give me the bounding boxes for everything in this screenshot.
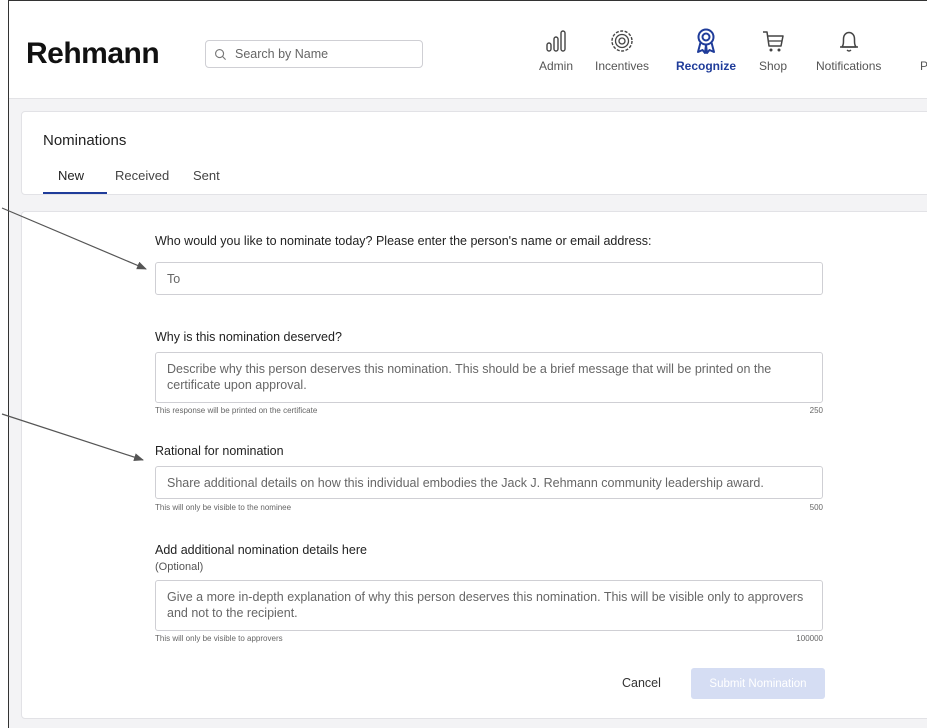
reason-question-label: Why is this nomination deserved?: [155, 330, 342, 344]
page-title: Nominations: [43, 132, 127, 149]
shopping-cart-icon: [763, 31, 784, 52]
rationale-question-label: Rational for nomination: [155, 444, 284, 458]
search-input[interactable]: [233, 46, 417, 62]
rationale-textarea[interactable]: [156, 467, 822, 498]
nav-profile[interactable]: Pr: [920, 27, 927, 83]
target-icon: [611, 30, 633, 52]
top-navigation-bar: Rehmann Admin Incentives Recognize Shop …: [9, 1, 927, 99]
reason-field[interactable]: [155, 352, 823, 403]
award-ribbon-icon: [697, 28, 715, 54]
cancel-button[interactable]: Cancel: [622, 676, 661, 690]
nav-notifications[interactable]: Notifications: [816, 27, 881, 73]
rationale-hint: This will only be visible to the nominee: [155, 503, 292, 512]
nav-shop[interactable]: Shop: [759, 27, 787, 73]
nav-recognize[interactable]: Recognize: [676, 27, 736, 73]
rationale-field[interactable]: [155, 466, 823, 499]
active-tab-indicator: [43, 192, 107, 194]
nav-incentives[interactable]: Incentives: [595, 27, 649, 73]
details-field[interactable]: [155, 580, 823, 631]
nav-label: Incentives: [595, 59, 650, 73]
details-hint: This will only be visible to approvers: [155, 634, 283, 643]
rationale-char-limit: 500: [809, 503, 823, 512]
profile-icon: [920, 27, 927, 55]
details-question-label: Add additional nomination details here: [155, 543, 367, 557]
reason-char-limit: 250: [809, 406, 823, 415]
to-field[interactable]: [155, 262, 823, 295]
nav-label: Admin: [539, 59, 574, 73]
nav-admin[interactable]: Admin: [539, 27, 573, 73]
nav-label: Notifications: [816, 59, 882, 73]
bell-icon: [839, 31, 858, 52]
reason-hint: This response will be printed on the cer…: [155, 406, 318, 415]
nominations-header-card: Nominations New Received Sent: [21, 111, 927, 195]
tab-sent[interactable]: Sent: [193, 168, 220, 183]
reason-textarea[interactable]: [156, 353, 822, 402]
search-icon: [215, 48, 227, 60]
details-char-limit: 100000: [796, 634, 823, 643]
details-optional-label: (Optional): [155, 561, 204, 573]
search-box[interactable]: [205, 40, 423, 68]
tab-new[interactable]: New: [58, 168, 84, 183]
recipient-input[interactable]: [156, 263, 822, 294]
nav-label: Shop: [759, 59, 788, 73]
submit-nomination-button[interactable]: Submit Nomination: [691, 668, 825, 699]
rehmann-logo[interactable]: Rehmann: [26, 37, 160, 71]
bar-chart-icon: [546, 30, 566, 52]
details-textarea[interactable]: [156, 581, 822, 630]
tab-received[interactable]: Received: [115, 168, 169, 183]
to-question-label: Who would you like to nominate today? Pl…: [155, 234, 652, 248]
nav-label: Recognize: [676, 59, 737, 73]
nav-label: Pr: [920, 59, 927, 73]
